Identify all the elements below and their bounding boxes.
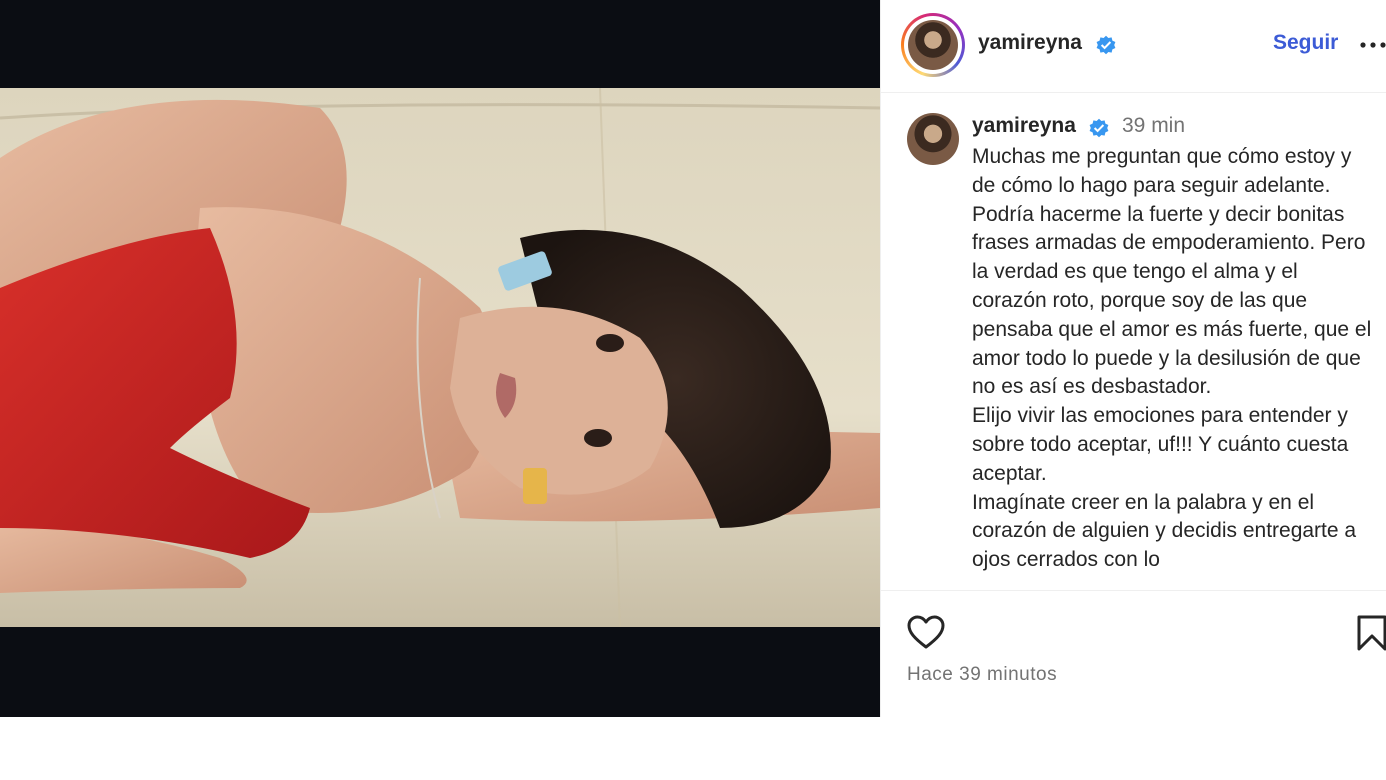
post-container: yamireyna Seguir yamireyna 39 min Muchas… (0, 0, 1386, 717)
caption-text: Muchas me preguntan que cómo estoy y de … (972, 145, 1372, 572)
posted-time-label[interactable]: Hace 39 minutos (907, 664, 1057, 686)
avatar-story-ring[interactable] (901, 13, 965, 77)
caption-time-ago[interactable]: 39 min (1122, 114, 1185, 138)
more-options-icon[interactable] (1359, 33, 1386, 57)
post-actions: Hace 39 minutos (881, 590, 1386, 717)
verified-badge-icon (1096, 35, 1116, 55)
heart-icon[interactable] (906, 613, 946, 653)
post-photo[interactable] (0, 88, 880, 627)
avatar[interactable] (908, 20, 958, 70)
header-username[interactable]: yamireyna (978, 31, 1082, 55)
post-sidebar: yamireyna Seguir yamireyna 39 min Muchas… (880, 0, 1386, 717)
caption-username[interactable]: yamireyna (972, 114, 1076, 138)
post-header: yamireyna Seguir (881, 0, 1386, 93)
follow-button[interactable]: Seguir (1273, 31, 1338, 55)
bookmark-icon[interactable] (1357, 615, 1386, 651)
photo-illustration (0, 88, 880, 627)
caption-avatar[interactable] (907, 113, 959, 165)
post-media (0, 0, 880, 717)
verified-badge-icon (1089, 118, 1109, 138)
